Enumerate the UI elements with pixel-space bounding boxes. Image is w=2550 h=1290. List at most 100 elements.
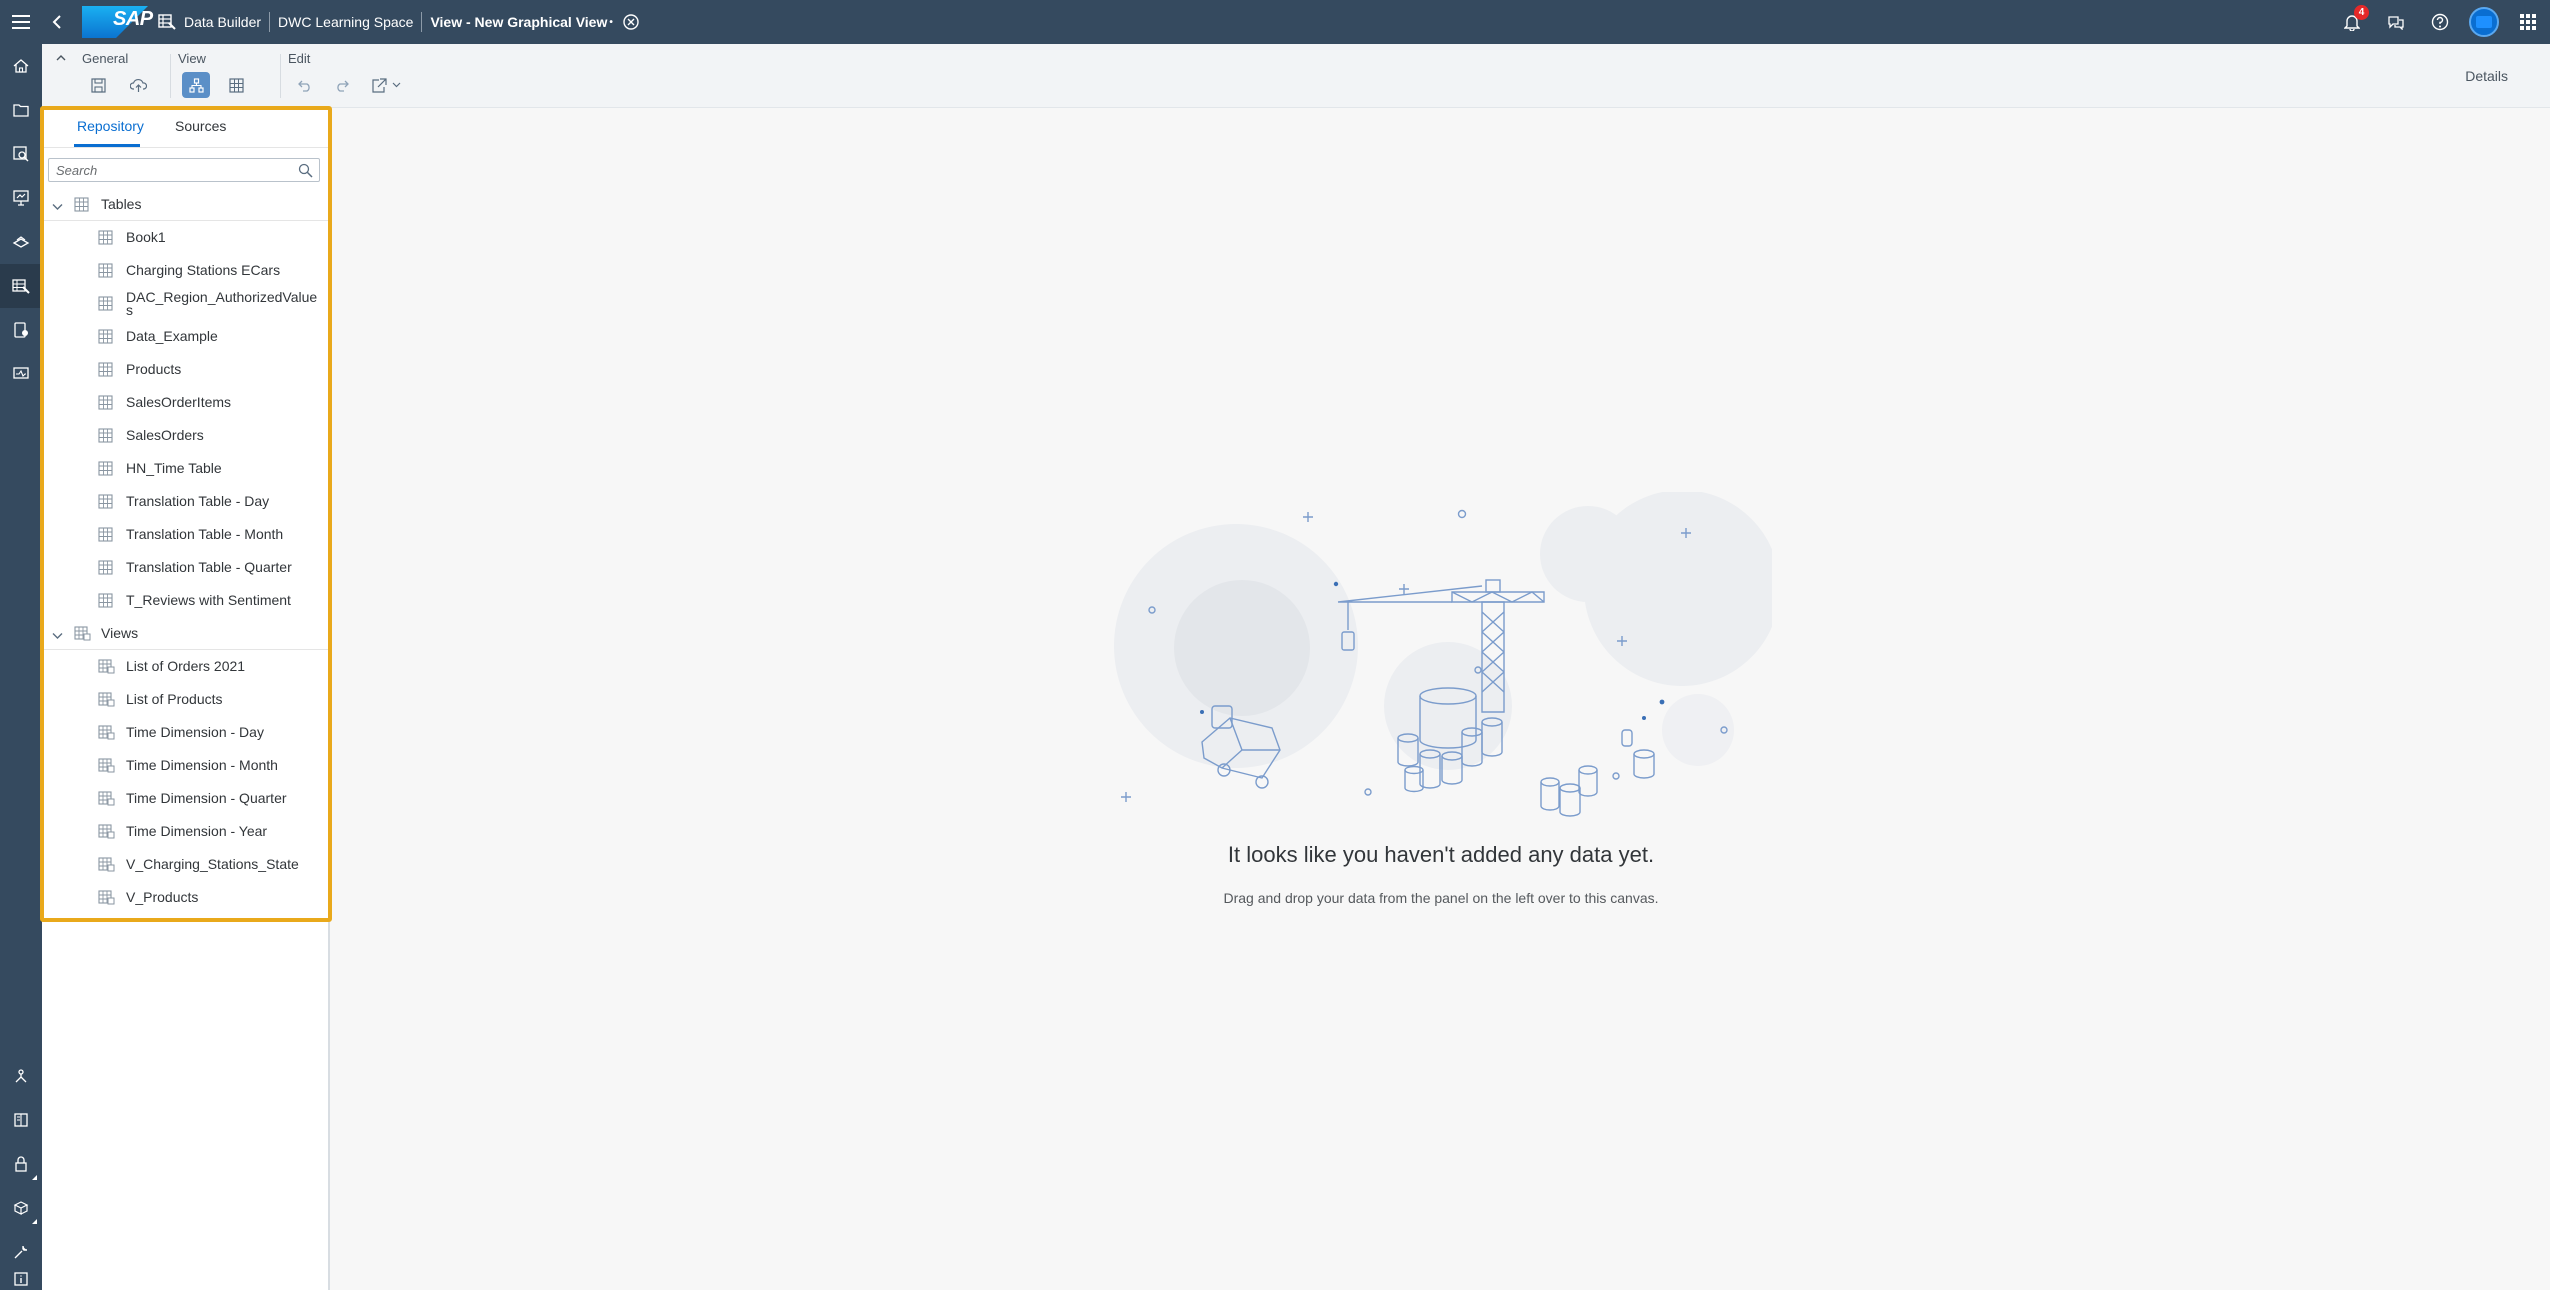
search-icon[interactable]	[298, 163, 313, 178]
tree-item[interactable]: Time Dimension - Month	[42, 749, 330, 782]
tree-item-label: Data_Example	[126, 328, 218, 344]
tree-item[interactable]: DAC_Region_AuthorizedValue s	[42, 287, 330, 320]
save-button[interactable]	[84, 72, 112, 98]
tree-item[interactable]: List of Products	[42, 683, 330, 716]
toolbar-group-view: View	[172, 44, 282, 108]
tree-item-label: SalesOrders	[126, 427, 204, 443]
tree-item[interactable]: SalesOrders	[42, 419, 330, 452]
product-switch-button[interactable]	[2506, 0, 2550, 44]
tree-item[interactable]: Translation Table - Day	[42, 485, 330, 518]
tree-item-label: Time Dimension - Year	[126, 823, 268, 839]
undo-button[interactable]	[290, 72, 318, 98]
data-builder-icon	[12, 279, 30, 294]
table-icon	[98, 395, 113, 410]
deploy-button[interactable]	[124, 72, 152, 98]
chevron-down-icon[interactable]	[52, 627, 63, 643]
table-icon	[98, 461, 113, 476]
redo-button[interactable]	[328, 72, 356, 98]
nav-model[interactable]	[0, 220, 42, 264]
chevron-up-icon	[56, 55, 66, 61]
toolbar-group-general: General	[42, 44, 172, 108]
editor-toolbar: General View Edit Details	[42, 44, 2550, 108]
tree-group-1[interactable]: Views	[42, 617, 330, 650]
table-icon	[98, 362, 113, 377]
toolbar-divider	[170, 54, 171, 98]
tree-item[interactable]: T_Reviews with Sentiment	[42, 584, 330, 617]
table-icon	[98, 263, 113, 278]
package-icon	[13, 1201, 29, 1215]
nav-monitor[interactable]	[0, 352, 42, 396]
repository-tree: Tables Book1 Charging Stations ECars DAC_Re…	[42, 188, 330, 914]
toolbar-label-general: General	[82, 51, 129, 66]
search-input[interactable]	[49, 159, 289, 181]
nav-analytics[interactable]	[0, 176, 42, 220]
close-view-button[interactable]	[613, 0, 649, 44]
tree-item[interactable]: SalesOrderItems	[42, 386, 330, 419]
nav-info[interactable]	[0, 1268, 42, 1290]
view-icon	[98, 725, 115, 740]
empty-canvas-illustration	[1114, 492, 1772, 817]
nav-business-builder[interactable]	[0, 308, 42, 352]
tree-item[interactable]: Time Dimension - Day	[42, 716, 330, 749]
cloud-upload-icon	[129, 78, 147, 92]
back-button[interactable]	[42, 0, 72, 44]
table-icon	[98, 230, 113, 245]
nav-files[interactable]	[0, 88, 42, 132]
nav-network[interactable]	[0, 1054, 42, 1098]
tree-item[interactable]: HN_Time Table	[42, 452, 330, 485]
table-icon	[228, 77, 244, 93]
editor-canvas[interactable]: It looks like you haven't added any data…	[332, 108, 2550, 1290]
tree-item[interactable]: Data_Example	[42, 320, 330, 353]
breadcrumb-data-builder[interactable]: Data Builder	[184, 14, 261, 30]
tree-item[interactable]: Time Dimension - Year	[42, 815, 330, 848]
nav-security[interactable]	[0, 1142, 42, 1186]
tree-item[interactable]: List of Orders 2021	[42, 650, 330, 683]
breadcrumb-separator	[269, 12, 271, 32]
nav-data-builder[interactable]	[0, 264, 42, 308]
data-builder-crumb-icon	[158, 14, 176, 30]
tree-item[interactable]: Products	[42, 353, 330, 386]
tree-item[interactable]: Book1	[42, 221, 330, 254]
undo-icon	[297, 80, 310, 92]
details-button[interactable]: Details	[2465, 68, 2508, 84]
tree-item[interactable]: Time Dimension - Quarter	[42, 782, 330, 815]
breadcrumb-space[interactable]: DWC Learning Space	[278, 14, 413, 30]
tree-item[interactable]: Translation Table - Quarter	[42, 551, 330, 584]
export-menu-button[interactable]	[366, 72, 406, 98]
diagram-view-button[interactable]	[182, 72, 210, 98]
notifications-button[interactable]: 4	[2330, 0, 2374, 44]
empty-state-description: Drag and drop your data from the panel o…	[1223, 890, 1659, 906]
menu-button[interactable]	[0, 0, 42, 44]
table-icon	[98, 329, 113, 344]
nav-stories[interactable]	[0, 132, 42, 176]
table-icon	[98, 494, 113, 509]
user-avatar-button[interactable]	[2462, 0, 2506, 44]
nav-home[interactable]	[0, 44, 42, 88]
help-button[interactable]	[2418, 0, 2462, 44]
toolbar-group-edit: Edit	[282, 44, 432, 108]
nav-transport[interactable]	[0, 1186, 42, 1230]
tree-item[interactable]: V_Charging_Stations_State	[42, 848, 330, 881]
nav-catalog[interactable]	[0, 1098, 42, 1142]
table-view-button[interactable]	[222, 72, 250, 98]
empty-state-title: It looks like you haven't added any data…	[1227, 842, 1655, 867]
tree-item[interactable]: Charging Stations ECars	[42, 254, 330, 287]
tab-sources[interactable]: Sources	[175, 118, 226, 134]
feedback-button[interactable]	[2374, 0, 2418, 44]
view-icon	[98, 857, 115, 872]
tab-repository[interactable]: Repository	[77, 118, 144, 134]
tree-group-0[interactable]: Tables	[42, 188, 330, 221]
shell-bar: SAP Data Builder DWC Learning Space View…	[0, 0, 2550, 44]
table-icon	[74, 196, 89, 212]
current-view-title: View - New Graphical View	[430, 14, 608, 30]
hamburger-icon	[12, 15, 30, 29]
save-icon	[90, 77, 106, 93]
chevron-down-icon[interactable]	[52, 198, 63, 214]
sap-logo[interactable]: SAP	[82, 6, 153, 38]
tree-item[interactable]: V_Products	[42, 881, 330, 914]
tree-item[interactable]: Translation Table - Month	[42, 518, 330, 551]
tree-item-label: V_Products	[126, 889, 199, 905]
tree-item-label: HN_Time Table	[126, 460, 222, 476]
collapse-toolbar-button[interactable]	[56, 51, 66, 65]
table-icon	[98, 560, 113, 575]
